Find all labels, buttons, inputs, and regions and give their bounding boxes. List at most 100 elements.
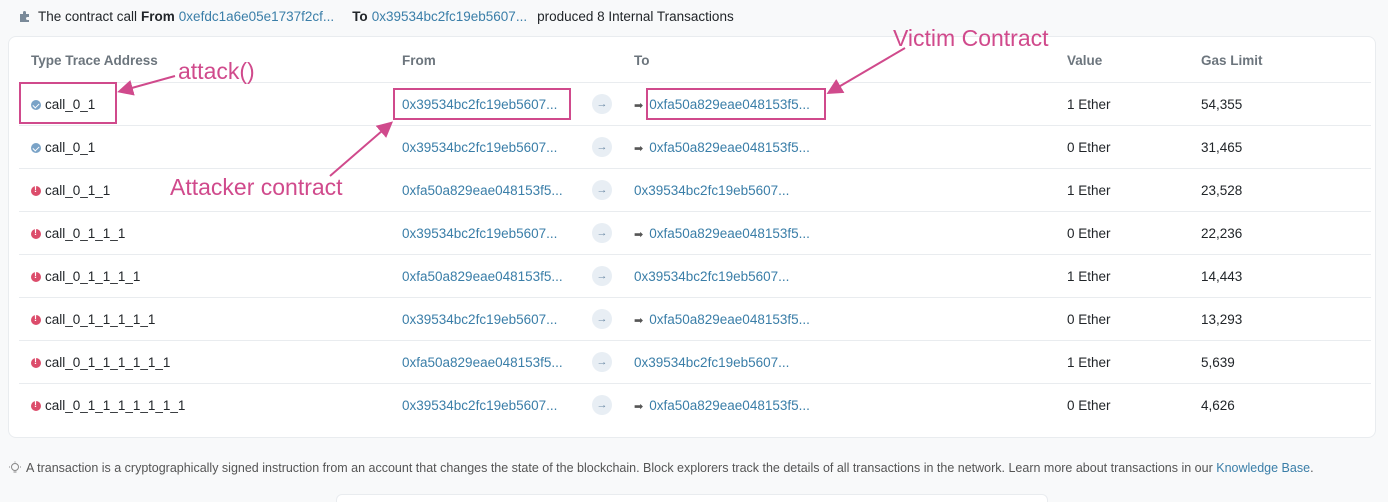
summary-to-address-link[interactable]: 0x39534bc2fc19eb5607... <box>372 9 527 24</box>
header-gas-limit: Gas Limit <box>1201 53 1263 68</box>
footer-end: . <box>1310 461 1314 475</box>
from-cell: 0x39534bc2fc19eb5607... <box>402 312 557 327</box>
arrow-right-icon: → <box>592 137 612 157</box>
type-trace-cell: call_0_1 <box>31 140 95 155</box>
header-to: To <box>634 53 650 68</box>
header-from: From <box>402 53 436 68</box>
from-address-link[interactable]: 0xfa50a829eae048153f5... <box>402 183 563 198</box>
to-cell: 0x39534bc2fc19eb5607... <box>634 355 789 370</box>
to-highlight-box <box>646 88 826 120</box>
gas-limit-cell: 22,236 <box>1201 226 1243 241</box>
type-highlight-box <box>19 82 117 124</box>
summary-suffix: produced 8 Internal Transactions <box>537 8 734 24</box>
type-trace-text: call_0_1 <box>45 140 96 155</box>
type-trace-text: call_0_1_1_1 <box>45 226 126 241</box>
header-value: Value <box>1067 53 1103 68</box>
to-address-link[interactable]: 0xfa50a829eae048153f5... <box>649 312 810 327</box>
info-footer: A transaction is a cryptographically sig… <box>8 461 1314 475</box>
from-address-link[interactable]: 0xfa50a829eae048153f5... <box>402 269 563 284</box>
from-cell: 0x39534bc2fc19eb5607... <box>402 398 557 413</box>
footer-text: A transaction is a cryptographically sig… <box>26 461 1213 475</box>
contract-icon: ➡︎ <box>634 100 644 112</box>
summary-from-label: From <box>141 8 175 24</box>
table-row: call_0_1 0x39534bc2fc19eb5607... → ➡︎ 0xf… <box>19 126 1371 169</box>
type-trace-cell: call_0_1_1_1_1_1_1 <box>31 355 170 370</box>
from-address-link[interactable]: 0x39534bc2fc19eb5607... <box>402 140 557 155</box>
to-cell: ➡︎ 0xfa50a829eae048153f5... <box>634 226 810 241</box>
contract-icon: ➡︎ <box>634 229 644 241</box>
table-row: call_0_1_1_1_1_1_1 0xfa50a829eae048153f5… <box>19 341 1371 384</box>
arrow-right-icon: → <box>592 266 612 286</box>
error-alert-icon <box>31 399 41 411</box>
lightbulb-icon <box>9 461 21 473</box>
gas-limit-cell: 54,355 <box>1201 97 1243 112</box>
to-address-link[interactable]: 0xfa50a829eae048153f5... <box>649 140 810 155</box>
contract-icon: ➡︎ <box>634 401 644 413</box>
to-cell: 0x39534bc2fc19eb5607... <box>634 183 789 198</box>
attacker-contract-annotation: Attacker contract <box>170 174 343 200</box>
type-trace-text: call_0_1_1_1_1_1_1 <box>45 355 171 370</box>
gas-limit-cell: 4,626 <box>1201 398 1235 413</box>
from-cell: 0xfa50a829eae048153f5... <box>402 183 563 198</box>
value-cell: 0 Ether <box>1067 226 1111 241</box>
to-cell: 0x39534bc2fc19eb5607... <box>634 269 789 284</box>
summary-from-address-link[interactable]: 0xefdc1a6e05e1737f2cf... <box>179 9 334 24</box>
error-alert-icon <box>31 184 41 196</box>
type-trace-cell: call_0_1_1_1 <box>31 226 125 241</box>
arrow-right-icon: → <box>592 223 612 243</box>
error-alert-icon <box>31 356 41 368</box>
gas-limit-cell: 5,639 <box>1201 355 1235 370</box>
arrow-right-icon: → <box>592 395 612 415</box>
to-address-link[interactable]: 0xfa50a829eae048153f5... <box>649 226 810 241</box>
puzzle-icon <box>20 11 29 22</box>
value-cell: 1 Ether <box>1067 269 1111 284</box>
gas-limit-cell: 13,293 <box>1201 312 1243 327</box>
type-trace-text: call_0_1_1_1_1 <box>45 269 141 284</box>
from-address-link[interactable]: 0xfa50a829eae048153f5... <box>402 355 563 370</box>
from-cell: 0xfa50a829eae048153f5... <box>402 269 563 284</box>
from-address-link[interactable]: 0x39534bc2fc19eb5607... <box>402 226 557 241</box>
contract-icon: ➡︎ <box>634 315 644 327</box>
error-alert-icon <box>31 227 41 239</box>
arrow-right-icon: → <box>592 94 612 114</box>
to-address-link[interactable]: 0x39534bc2fc19eb5607... <box>634 269 789 284</box>
type-trace-text: call_0_1_1_1_1_1 <box>45 312 156 327</box>
success-check-icon <box>31 143 41 153</box>
value-cell: 1 Ether <box>1067 97 1111 112</box>
type-trace-cell: call_0_1_1_1_1_1_1_1 <box>31 398 185 413</box>
to-address-link[interactable]: 0xfa50a829eae048153f5... <box>649 398 810 413</box>
arrow-right-icon: → <box>592 180 612 200</box>
attack-annotation: attack() <box>178 58 255 84</box>
value-cell: 0 Ether <box>1067 312 1111 327</box>
value-cell: 1 Ether <box>1067 355 1111 370</box>
error-alert-icon <box>31 313 41 325</box>
to-address-link[interactable]: 0x39534bc2fc19eb5607... <box>634 183 789 198</box>
table-body: call_0_1 0x39534bc2fc19eb5607... → ➡︎ 0xf… <box>19 83 1371 427</box>
arrow-right-icon: → <box>592 352 612 372</box>
summary-prefix: The contract call <box>38 8 138 24</box>
error-alert-icon <box>31 270 41 282</box>
type-trace-text: call_0_1_1 <box>45 183 111 198</box>
gas-limit-cell: 31,465 <box>1201 140 1243 155</box>
gas-limit-cell: 14,443 <box>1201 269 1243 284</box>
value-cell: 0 Ether <box>1067 398 1111 413</box>
type-trace-cell: call_0_1_1_1_1 <box>31 269 140 284</box>
table-row: call_0_1_1_1_1_1 0x39534bc2fc19eb5607...… <box>19 298 1371 341</box>
table-row: call_0_1_1_1_1_1_1_1 0x39534bc2fc19eb560… <box>19 384 1371 427</box>
knowledge-base-link[interactable]: Knowledge Base <box>1216 461 1310 475</box>
from-address-link[interactable]: 0x39534bc2fc19eb5607... <box>402 398 557 413</box>
type-trace-text: call_0_1_1_1_1_1_1_1 <box>45 398 186 413</box>
table-row: call_0_1_1_1_1 0xfa50a829eae048153f5... … <box>19 255 1371 298</box>
trace-summary: The contract call From 0xefdc1a6e05e1737… <box>18 7 734 25</box>
type-trace-cell: call_0_1_1_1_1_1 <box>31 312 155 327</box>
summary-to-label: To <box>352 8 368 24</box>
from-address-link[interactable]: 0x39534bc2fc19eb5607... <box>402 312 557 327</box>
table-row: call_0_1_1_1 0x39534bc2fc19eb5607... → ➡… <box>19 212 1371 255</box>
victim-contract-annotation: Victim Contract <box>893 25 1049 51</box>
value-cell: 0 Ether <box>1067 140 1111 155</box>
to-cell: ➡︎ 0xfa50a829eae048153f5... <box>634 398 810 413</box>
to-address-link[interactable]: 0x39534bc2fc19eb5607... <box>634 355 789 370</box>
from-cell: 0x39534bc2fc19eb5607... <box>402 140 557 155</box>
bottom-panel <box>336 494 1048 502</box>
from-cell: 0xfa50a829eae048153f5... <box>402 355 563 370</box>
